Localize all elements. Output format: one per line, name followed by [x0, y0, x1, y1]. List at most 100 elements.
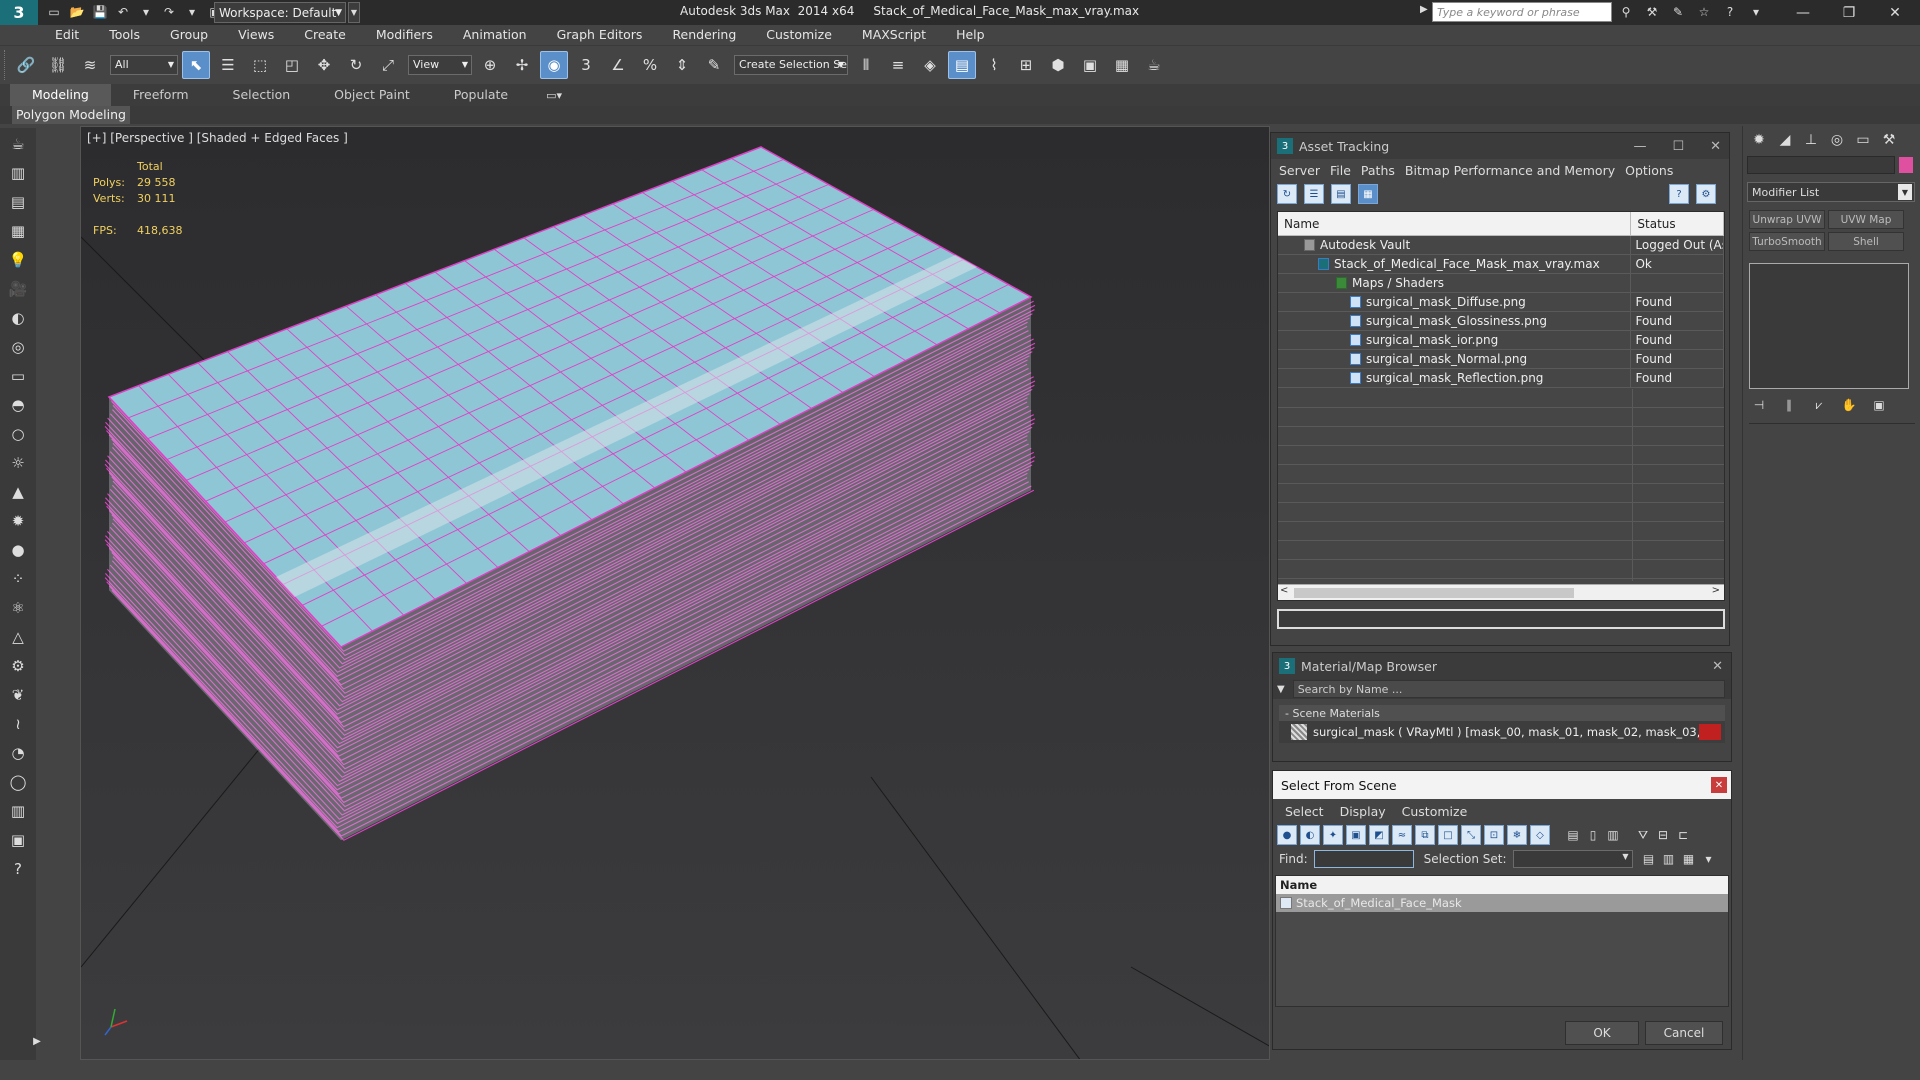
- sun-icon[interactable]: ○: [4, 421, 32, 447]
- material-browser-titlebar[interactable]: 3 Material/Map Browser ✕: [1273, 653, 1731, 679]
- list-item[interactable]: surgical_mask ( VRayMtl ) [mask_00, mask…: [1279, 721, 1725, 743]
- column-name[interactable]: Name: [1278, 212, 1632, 235]
- hierarchy-icon[interactable]: ⊟: [1653, 825, 1673, 845]
- menu-server[interactable]: Server: [1279, 163, 1320, 178]
- menu-bitmap-performance[interactable]: Bitmap Performance and Memory: [1405, 163, 1615, 178]
- shell-icon[interactable]: ◔: [4, 740, 32, 766]
- scene-materials-section[interactable]: - Scene Materials: [1279, 705, 1725, 721]
- app-logo-icon[interactable]: 3: [0, 0, 38, 25]
- display-bones-icon[interactable]: ⤡: [1461, 825, 1481, 845]
- close-icon[interactable]: ✕: [1710, 139, 1721, 154]
- pivot-center-icon[interactable]: ⊕: [476, 51, 504, 79]
- edit-named-selection-icon[interactable]: ✎: [700, 51, 728, 79]
- table-row[interactable]: Stack_of_Medical_Face_Mask_max_vray.max …: [1278, 255, 1724, 274]
- display-hidden-icon[interactable]: ◇: [1530, 825, 1550, 845]
- help-dropdown-icon[interactable]: ▾: [1746, 2, 1766, 22]
- select-by-name-icon[interactable]: ☰: [214, 51, 242, 79]
- undo-icon[interactable]: ↶: [113, 2, 133, 22]
- modify-tab-icon[interactable]: ◢: [1773, 129, 1797, 151]
- gear-icon[interactable]: ⚙: [4, 653, 32, 679]
- display-shapes-icon[interactable]: ◐: [1300, 825, 1320, 845]
- modifier-stack[interactable]: [1749, 263, 1909, 389]
- menu-customize[interactable]: Customize: [751, 25, 847, 45]
- menu-maxscript[interactable]: MAXScript: [847, 25, 941, 45]
- open-file-icon[interactable]: 📂: [67, 2, 87, 22]
- menu-graph-editors[interactable]: Graph Editors: [542, 25, 658, 45]
- menu-tools[interactable]: Tools: [94, 25, 155, 45]
- create-selection-set-icon[interactable]: ▤: [1639, 849, 1659, 869]
- show-end-result-icon[interactable]: ∥: [1779, 395, 1799, 415]
- configure-modifier-sets-icon[interactable]: ▣: [1869, 395, 1889, 415]
- search-expand-icon[interactable]: ▶: [1420, 4, 1428, 15]
- select-from-scene-titlebar[interactable]: Select From Scene ✕: [1273, 771, 1731, 799]
- object-color-swatch[interactable]: [1899, 157, 1913, 173]
- shell-button[interactable]: Shell: [1828, 232, 1904, 251]
- menu-edit[interactable]: Edit: [40, 25, 94, 45]
- subscription-icon[interactable]: ⚒: [1642, 2, 1662, 22]
- triangle-icon[interactable]: △: [4, 624, 32, 650]
- collapse-icon[interactable]: ⊏: [1673, 825, 1693, 845]
- modifier-list-dropdown[interactable]: Modifier List ▼: [1747, 182, 1915, 202]
- tab-populate[interactable]: Populate: [432, 84, 530, 106]
- bind-space-warp-icon[interactable]: ≋: [76, 51, 104, 79]
- move-icon[interactable]: ✥: [310, 51, 338, 79]
- plane-icon[interactable]: ▭: [4, 363, 32, 389]
- uvw-map-button[interactable]: UVW Map: [1828, 210, 1904, 229]
- remove-modifier-icon[interactable]: ✋: [1839, 395, 1859, 415]
- rect-selection-icon[interactable]: ⬚: [246, 51, 274, 79]
- help-circle-icon[interactable]: ?: [4, 856, 32, 882]
- scroll-thumb[interactable]: [1294, 588, 1574, 598]
- sunlight-icon[interactable]: ✹: [4, 508, 32, 534]
- options-dropdown-icon[interactable]: ▾: [1699, 849, 1719, 869]
- help-icon[interactable]: ?: [1669, 184, 1689, 204]
- render-icon[interactable]: ◎: [4, 334, 32, 360]
- spinner-snap-icon[interactable]: ⇕: [668, 51, 696, 79]
- binoculars-icon[interactable]: ⚲: [1616, 2, 1636, 22]
- refresh-icon[interactable]: ↻: [1277, 184, 1297, 204]
- select-object-icon[interactable]: ⬉: [182, 50, 210, 79]
- make-unique-icon[interactable]: ⩗: [1809, 395, 1829, 415]
- scroll-right-icon[interactable]: >: [1712, 585, 1720, 596]
- menu-display[interactable]: Display: [1340, 804, 1386, 819]
- asset-tracking-titlebar[interactable]: 3 Asset Tracking — ☐ ✕: [1271, 133, 1729, 159]
- layer-manager-icon[interactable]: ◈: [916, 51, 944, 79]
- keyword-search-input[interactable]: Type a keyword or phrase: [1432, 2, 1612, 22]
- help-icon[interactable]: ?: [1720, 2, 1740, 22]
- restore-icon[interactable]: ❐: [1826, 0, 1872, 25]
- remove-from-set-icon[interactable]: ▦: [1679, 849, 1699, 869]
- scroll-left-icon[interactable]: <: [1280, 585, 1288, 596]
- tab-modeling[interactable]: Modeling: [10, 84, 111, 106]
- sheet-icon[interactable]: ▤: [4, 189, 32, 215]
- clipboard-icon[interactable]: ▣: [4, 827, 32, 853]
- ribbon-options-icon[interactable]: ▭▾: [546, 89, 562, 102]
- display-tab-icon[interactable]: ▭: [1851, 129, 1875, 151]
- asset-path-field[interactable]: [1277, 609, 1725, 629]
- hierarchy-tab-icon[interactable]: ⊥: [1799, 129, 1823, 151]
- pin-stack-icon[interactable]: ⊣: [1749, 395, 1769, 415]
- menu-modifiers[interactable]: Modifiers: [361, 25, 448, 45]
- menu-file[interactable]: File: [1330, 163, 1351, 178]
- communication-icon[interactable]: ✎: [1668, 2, 1688, 22]
- toolbar-grip[interactable]: [4, 49, 8, 80]
- plant-icon[interactable]: ❦: [4, 682, 32, 708]
- menu-select[interactable]: Select: [1285, 804, 1324, 819]
- dome-icon[interactable]: ◓: [4, 392, 32, 418]
- percent-snap-icon[interactable]: %: [636, 51, 664, 79]
- toggle-ribbon-icon[interactable]: ▤: [948, 50, 976, 79]
- table-row[interactable]: surgical_mask_Diffuse.png Found: [1278, 293, 1724, 312]
- object-name-field[interactable]: [1747, 156, 1895, 174]
- column-status[interactable]: Status: [1631, 212, 1724, 235]
- save-icon[interactable]: 💾: [90, 2, 110, 22]
- redo-dropdown-icon[interactable]: ▾: [182, 2, 202, 22]
- display-containers-icon[interactable]: ⊡: [1484, 825, 1504, 845]
- close-icon[interactable]: ✕: [1872, 0, 1918, 25]
- atom-icon[interactable]: ⚛: [4, 595, 32, 621]
- keyboard-shortcut-override-icon[interactable]: ◉: [540, 50, 568, 79]
- new-file-icon[interactable]: ▭: [44, 2, 64, 22]
- grid-icon[interactable]: ▦: [4, 218, 32, 244]
- menu-views[interactable]: Views: [223, 25, 289, 45]
- redo-icon[interactable]: ↷: [159, 2, 179, 22]
- rotate-icon[interactable]: ↻: [342, 51, 370, 79]
- display-groups-icon[interactable]: ⧉: [1415, 825, 1435, 845]
- settings-icon[interactable]: ⚙: [1696, 184, 1716, 204]
